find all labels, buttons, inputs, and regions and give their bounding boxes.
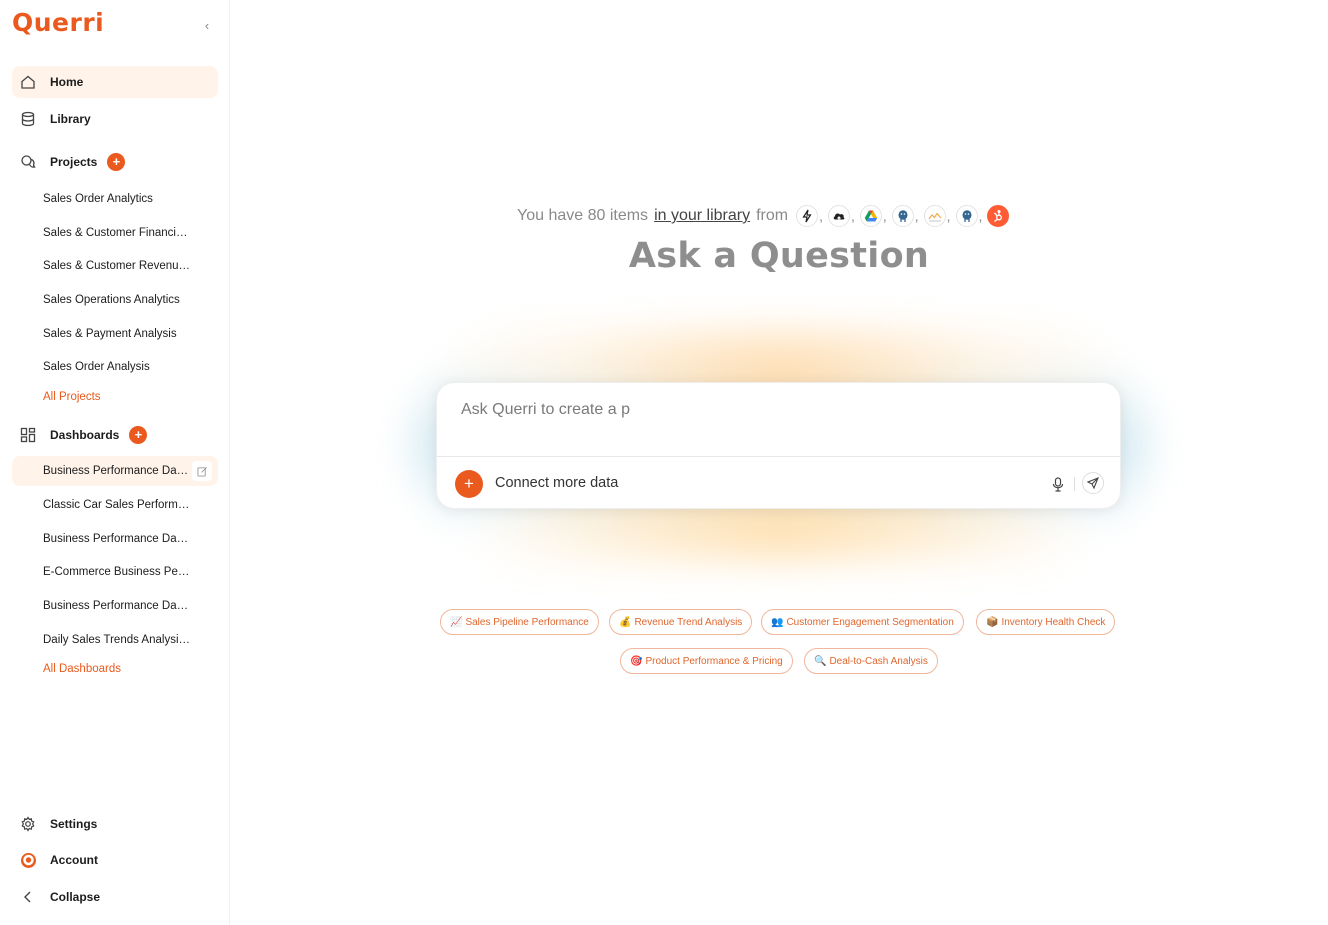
project-item[interactable]: Sales & Payment Analysis — [12, 319, 218, 349]
postgres-icon[interactable] — [891, 205, 914, 227]
hubspot-icon[interactable] — [987, 205, 1010, 227]
suggestion-chip[interactable]: 🔍 Deal-to-Cash Analysis — [804, 648, 938, 674]
sidebar-item-collapse[interactable]: Collapse — [12, 881, 218, 913]
sidebar-item-label: Projects — [50, 155, 98, 169]
dashboard-item[interactable]: Business Performance Das… — [12, 456, 218, 486]
add-dashboard-button[interactable]: + — [129, 426, 148, 444]
chevron-left-icon — [20, 889, 36, 905]
sidebar-item-label: Collapse — [50, 890, 101, 904]
sidebar-item-label: Home — [50, 75, 84, 89]
dashboard-grid-icon — [20, 427, 36, 443]
chart-source-icon[interactable] — [923, 205, 946, 227]
postgres-icon[interactable] — [955, 205, 978, 227]
sidebar: Querri ‹ Home Library Projects + Sales O… — [0, 0, 230, 925]
project-item[interactable]: Sales Operations Analytics — [12, 285, 218, 315]
page-title: Ask a Question — [628, 236, 930, 276]
suggestion-chip[interactable]: 💰 Revenue Trend Analysis — [609, 609, 753, 635]
project-item[interactable]: Sales Order Analysis — [12, 352, 218, 382]
sidebar-item-home[interactable]: Home — [12, 66, 218, 98]
edit-icon[interactable] — [192, 461, 212, 481]
divider — [1074, 477, 1075, 491]
send-icon — [1087, 477, 1099, 489]
divider — [437, 456, 1120, 457]
all-projects-link[interactable]: All Projects — [43, 391, 101, 403]
sidebar-item-library[interactable]: Library — [12, 103, 218, 135]
add-project-button[interactable]: + — [107, 153, 126, 171]
all-dashboards-link[interactable]: All Dashboards — [43, 663, 121, 675]
library-link[interactable]: in your library — [654, 207, 750, 225]
suggestion-chip[interactable]: 👥 Customer Engagement Segmentation — [761, 609, 964, 635]
sidebar-item-label: Settings — [50, 817, 98, 831]
suggestion-chip[interactable]: 📦 Inventory Health Check — [976, 609, 1116, 635]
connect-data-button[interactable]: + — [455, 470, 483, 498]
avatar — [20, 852, 36, 868]
ask-panel: + Connect more data — [436, 382, 1121, 509]
sidebar-item-account[interactable]: Account — [12, 844, 218, 876]
suggestion-chip[interactable]: 🎯 Product Performance & Pricing — [620, 648, 793, 674]
sidebar-item-label: Library — [50, 112, 91, 126]
project-item[interactable]: Sales Order Analytics — [12, 184, 218, 214]
ask-input[interactable] — [461, 397, 1081, 423]
chat-bubbles-icon — [20, 154, 36, 170]
sidebar-item-dashboards[interactable]: Dashboards + — [12, 419, 218, 451]
connect-data-label[interactable]: Connect more data — [495, 475, 618, 491]
library-summary: You have 80 items in your library from ,… — [517, 204, 1010, 228]
google-drive-icon[interactable] — [859, 205, 882, 227]
dashboard-item[interactable]: Daily Sales Trends Analysi… — [12, 625, 218, 655]
lightning-icon[interactable] — [796, 205, 819, 227]
dashboard-item[interactable]: Business Performance Das… — [12, 524, 218, 554]
microphone-icon[interactable] — [1049, 474, 1067, 494]
dashboard-item[interactable]: E-Commerce Business Perf… — [12, 557, 218, 587]
home-icon — [20, 74, 36, 90]
sidebar-item-projects[interactable]: Projects + — [12, 146, 218, 178]
cloud-upload-icon[interactable] — [827, 205, 850, 227]
suggestion-chip[interactable]: 📈 Sales Pipeline Performance — [440, 609, 599, 635]
sidebar-item-label: Dashboards — [50, 428, 120, 442]
collapse-sidebar-chevron-icon[interactable]: ‹ — [200, 18, 214, 34]
sidebar-item-label: Account — [50, 853, 98, 867]
querri-logo[interactable]: Querri — [12, 8, 104, 37]
database-icon — [20, 111, 36, 127]
dashboard-item[interactable]: Business Performance Das… — [12, 591, 218, 621]
dashboard-item[interactable]: Classic Car Sales Performa… — [12, 490, 218, 520]
gear-icon — [20, 816, 36, 832]
library-count-text: You have 80 items — [517, 207, 649, 224]
send-button[interactable] — [1082, 472, 1104, 494]
library-from-text: from — [756, 207, 789, 224]
sidebar-item-settings[interactable]: Settings — [12, 808, 218, 840]
